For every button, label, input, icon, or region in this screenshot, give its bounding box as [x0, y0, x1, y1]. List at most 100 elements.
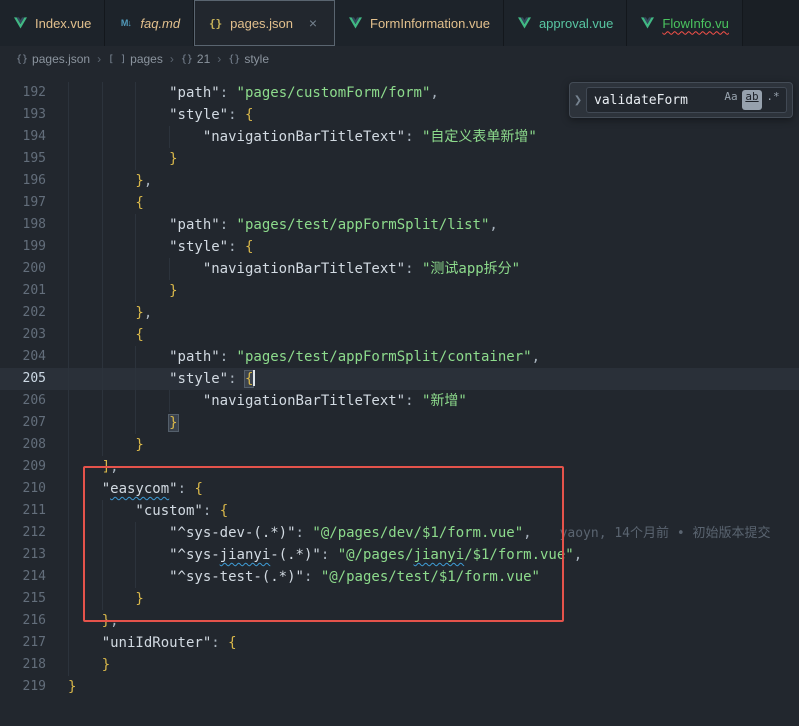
code-token: :: [405, 261, 422, 277]
breadcrumb-item-pages-json[interactable]: {}pages.json: [16, 52, 90, 66]
line-number[interactable]: 198: [0, 214, 46, 236]
line-content: {: [68, 324, 799, 346]
code-token: "@/pages/: [338, 547, 414, 563]
code-line-194[interactable]: 194 "navigationBarTitleText": "自定义表单新增": [0, 126, 799, 148]
code-line-217[interactable]: 217 "uniIdRouter": {: [0, 632, 799, 654]
toggle-replace-chevron-icon[interactable]: ❯: [570, 95, 586, 106]
code-line-198[interactable]: 198 "path": "pages/test/appFormSplit/lis…: [0, 214, 799, 236]
code-line-212[interactable]: 212 "^sys-dev-(.*)": "@/pages/dev/$1/for…: [0, 522, 799, 544]
line-number[interactable]: 200: [0, 258, 46, 280]
breadcrumb-item-style[interactable]: {}style: [228, 52, 269, 66]
code-line-196[interactable]: 196 },: [0, 170, 799, 192]
line-number[interactable]: 218: [0, 654, 46, 676]
line-number[interactable]: 199: [0, 236, 46, 258]
code-line-208[interactable]: 208 }: [0, 434, 799, 456]
match-case-toggle[interactable]: Aa: [721, 90, 741, 110]
line-number[interactable]: 216: [0, 610, 46, 632]
code-line-205[interactable]: 205 "style": {: [0, 368, 799, 390]
line-number[interactable]: 215: [0, 588, 46, 610]
line-number[interactable]: 203: [0, 324, 46, 346]
code-area: 192 "path": "pages/customForm/form",193 …: [0, 72, 799, 698]
breadcrumb-label: 21: [197, 52, 210, 66]
breadcrumb-item-pages[interactable]: [ ]pages: [108, 52, 163, 66]
indent-guide: [102, 82, 136, 104]
breadcrumb-label: pages: [130, 52, 163, 66]
code-token: :: [203, 503, 220, 519]
line-number[interactable]: 204: [0, 346, 46, 368]
code-token: /$1/form.vue": [464, 547, 574, 563]
indent-guide: [135, 104, 169, 126]
code-line-210[interactable]: 210 "easycom": {: [0, 478, 799, 500]
tab-approval-vue[interactable]: approval.vue: [504, 0, 627, 46]
line-number[interactable]: 205: [0, 368, 46, 390]
line-number[interactable]: 206: [0, 390, 46, 412]
tab-faq-md[interactable]: M↓faq.md: [105, 0, 194, 46]
code-line-219[interactable]: 219}: [0, 676, 799, 698]
code-line-207[interactable]: 207 }: [0, 412, 799, 434]
tab-pages-json[interactable]: {}pages.json×: [194, 0, 335, 46]
code-token: "style": [169, 371, 228, 387]
indent-guide: [102, 544, 136, 566]
code-line-213[interactable]: 213 "^sys-jianyi-(.*)": "@/pages/jianyi/…: [0, 544, 799, 566]
line-number[interactable]: 196: [0, 170, 46, 192]
code-line-204[interactable]: 204 "path": "pages/test/appFormSplit/con…: [0, 346, 799, 368]
indent-guide: [135, 368, 169, 390]
code-token: }: [169, 151, 177, 167]
breadcrumb-separator: ›: [97, 52, 101, 66]
line-number[interactable]: 197: [0, 192, 46, 214]
code-line-195[interactable]: 195 }: [0, 148, 799, 170]
line-number[interactable]: 217: [0, 632, 46, 654]
indent-guide: [68, 632, 102, 654]
breadcrumb-item-21[interactable]: {}21: [181, 52, 210, 66]
line-number[interactable]: 202: [0, 302, 46, 324]
line-number[interactable]: 195: [0, 148, 46, 170]
code-line-218[interactable]: 218 }: [0, 654, 799, 676]
code-line-209[interactable]: 209 ],: [0, 456, 799, 478]
find-widget: ❯ validateForm Aaab.*: [569, 82, 793, 118]
indent-guide: [135, 236, 169, 258]
code-line-203[interactable]: 203 {: [0, 324, 799, 346]
indent-guide: [102, 214, 136, 236]
indent-guide: [102, 192, 136, 214]
regex-toggle[interactable]: .*: [763, 90, 783, 110]
line-number[interactable]: 192: [0, 82, 46, 104]
line-number[interactable]: 212: [0, 522, 46, 544]
code-line-200[interactable]: 200 "navigationBarTitleText": "测试app拆分": [0, 258, 799, 280]
line-number[interactable]: 211: [0, 500, 46, 522]
breadcrumb-label: style: [244, 52, 269, 66]
code-line-197[interactable]: 197 {: [0, 192, 799, 214]
line-content: "easycom": {: [68, 478, 799, 500]
indent-guide: [68, 566, 102, 588]
find-input[interactable]: validateForm Aaab.*: [586, 87, 787, 113]
line-number[interactable]: 208: [0, 434, 46, 456]
close-tab-icon[interactable]: ×: [305, 15, 321, 31]
code-line-215[interactable]: 215 }: [0, 588, 799, 610]
code-line-216[interactable]: 216 },: [0, 610, 799, 632]
tab-forminformation-vue[interactable]: FormInformation.vue: [335, 0, 504, 46]
code-line-201[interactable]: 201 }: [0, 280, 799, 302]
line-number[interactable]: 194: [0, 126, 46, 148]
tab-flowinfo-vu[interactable]: FlowInfo.vu: [627, 0, 742, 46]
code-token: "path": [169, 217, 220, 233]
line-number[interactable]: 210: [0, 478, 46, 500]
tab-index-vue[interactable]: Index.vue: [0, 0, 105, 46]
code-token: {: [245, 239, 253, 255]
line-number[interactable]: 219: [0, 676, 46, 698]
tab-label: FlowInfo.vu: [662, 16, 728, 31]
vscode-window: Index.vueM↓faq.md{}pages.json×FormInform…: [0, 0, 799, 726]
code-line-211[interactable]: 211 "custom": {: [0, 500, 799, 522]
line-number[interactable]: 213: [0, 544, 46, 566]
code-line-214[interactable]: 214 "^sys-test-(.*)": "@/pages/test/$1/f…: [0, 566, 799, 588]
line-number[interactable]: 193: [0, 104, 46, 126]
line-number[interactable]: 201: [0, 280, 46, 302]
line-number[interactable]: 207: [0, 412, 46, 434]
code-line-202[interactable]: 202 },: [0, 302, 799, 324]
line-number[interactable]: 209: [0, 456, 46, 478]
indent-guide: [68, 544, 102, 566]
code-line-199[interactable]: 199 "style": {: [0, 236, 799, 258]
code-line-206[interactable]: 206 "navigationBarTitleText": "新增": [0, 390, 799, 412]
whole-word-toggle[interactable]: ab: [742, 90, 762, 110]
tab-label: pages.json: [230, 16, 293, 31]
indent-guide: [102, 280, 136, 302]
line-number[interactable]: 214: [0, 566, 46, 588]
